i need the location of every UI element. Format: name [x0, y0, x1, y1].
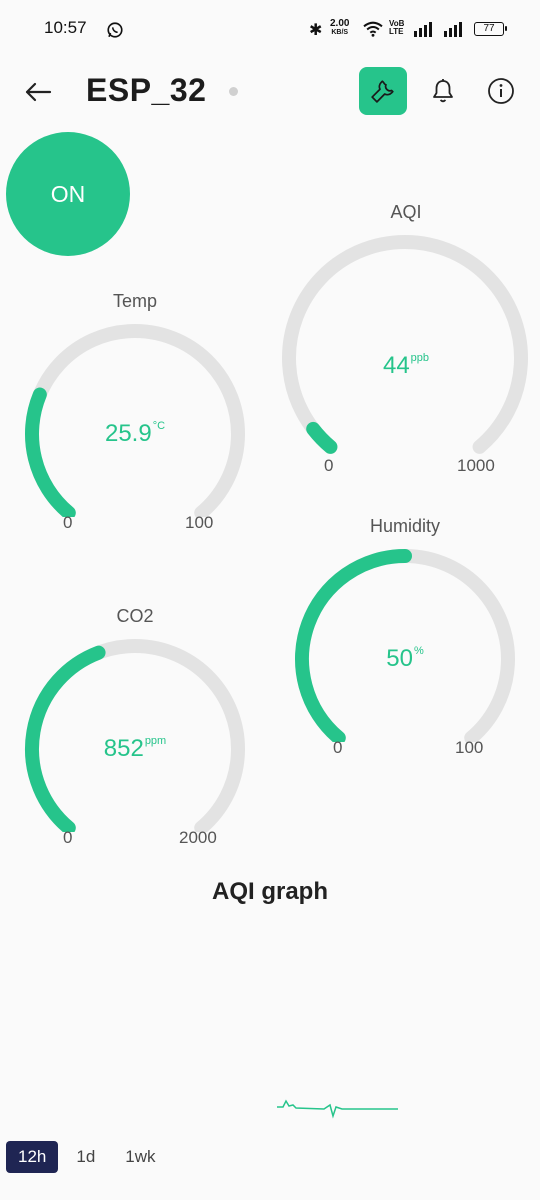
aqi-max: 1000 [457, 456, 495, 475]
network-speed: 2.00 KB/S [330, 18, 350, 37]
temp-gauge-fill [25, 387, 76, 517]
co2-max: 2000 [179, 828, 217, 847]
wrench-icon [371, 80, 394, 103]
page-title: ESP_32 [86, 72, 207, 108]
temp-gauge [25, 324, 245, 517]
back-button[interactable] [18, 72, 58, 112]
humidity-gauge-label: Humidity [369, 516, 440, 536]
temp-gauge-label: Temp [112, 291, 157, 311]
battery-indicator: 77 [474, 22, 507, 36]
aqi-min: 0 [324, 456, 334, 475]
aqi-gauge-fill [306, 421, 338, 454]
humidity-max: 100 [455, 738, 484, 757]
humidity-value: 50% [386, 645, 424, 672]
info-icon [488, 78, 514, 104]
graph-range-tabs: 12h 1d 1wk [6, 1141, 174, 1173]
temp-min: 0 [63, 513, 73, 532]
range-tab-1wk[interactable]: 1wk [113, 1141, 167, 1173]
co2-gauge [25, 639, 245, 832]
humidity-min: 0 [333, 738, 343, 757]
aqi-gauge-track [282, 235, 528, 454]
aqi-value: 44ppb [382, 352, 430, 379]
status-time: 10:57 [44, 18, 87, 37]
aqi-gauge-label: AQI [390, 202, 422, 222]
signal-icon [444, 22, 462, 37]
aqi-graph-line [277, 1099, 398, 1119]
temp-value: 25.9°C [104, 420, 166, 447]
volte-indicator: VoB LTE [389, 19, 405, 36]
bluetooth-icon: ✱ [309, 20, 323, 39]
wifi-icon [363, 21, 383, 37]
notifications-button[interactable] [422, 70, 464, 112]
co2-gauge-label: CO2 [116, 606, 154, 626]
signal-icon [414, 22, 432, 37]
bell-icon [433, 79, 453, 103]
info-button[interactable] [480, 70, 522, 112]
co2-min: 0 [63, 828, 73, 847]
aqi-gauge [282, 235, 528, 454]
power-toggle-button[interactable]: ON [6, 132, 130, 256]
range-tab-1d[interactable]: 1d [64, 1141, 107, 1173]
range-tab-12h[interactable]: 12h [6, 1141, 59, 1173]
online-status-dot [229, 87, 238, 96]
graph-title: AQI graph [211, 878, 328, 905]
whatsapp-icon [107, 22, 123, 38]
aqi-graph-plot[interactable] [0, 920, 540, 1130]
temp-max: 100 [185, 513, 214, 532]
settings-wrench-button[interactable] [359, 67, 407, 115]
arrow-left-icon [25, 82, 52, 102]
co2-value: 852ppm [103, 735, 167, 762]
humidity-gauge [295, 549, 515, 742]
